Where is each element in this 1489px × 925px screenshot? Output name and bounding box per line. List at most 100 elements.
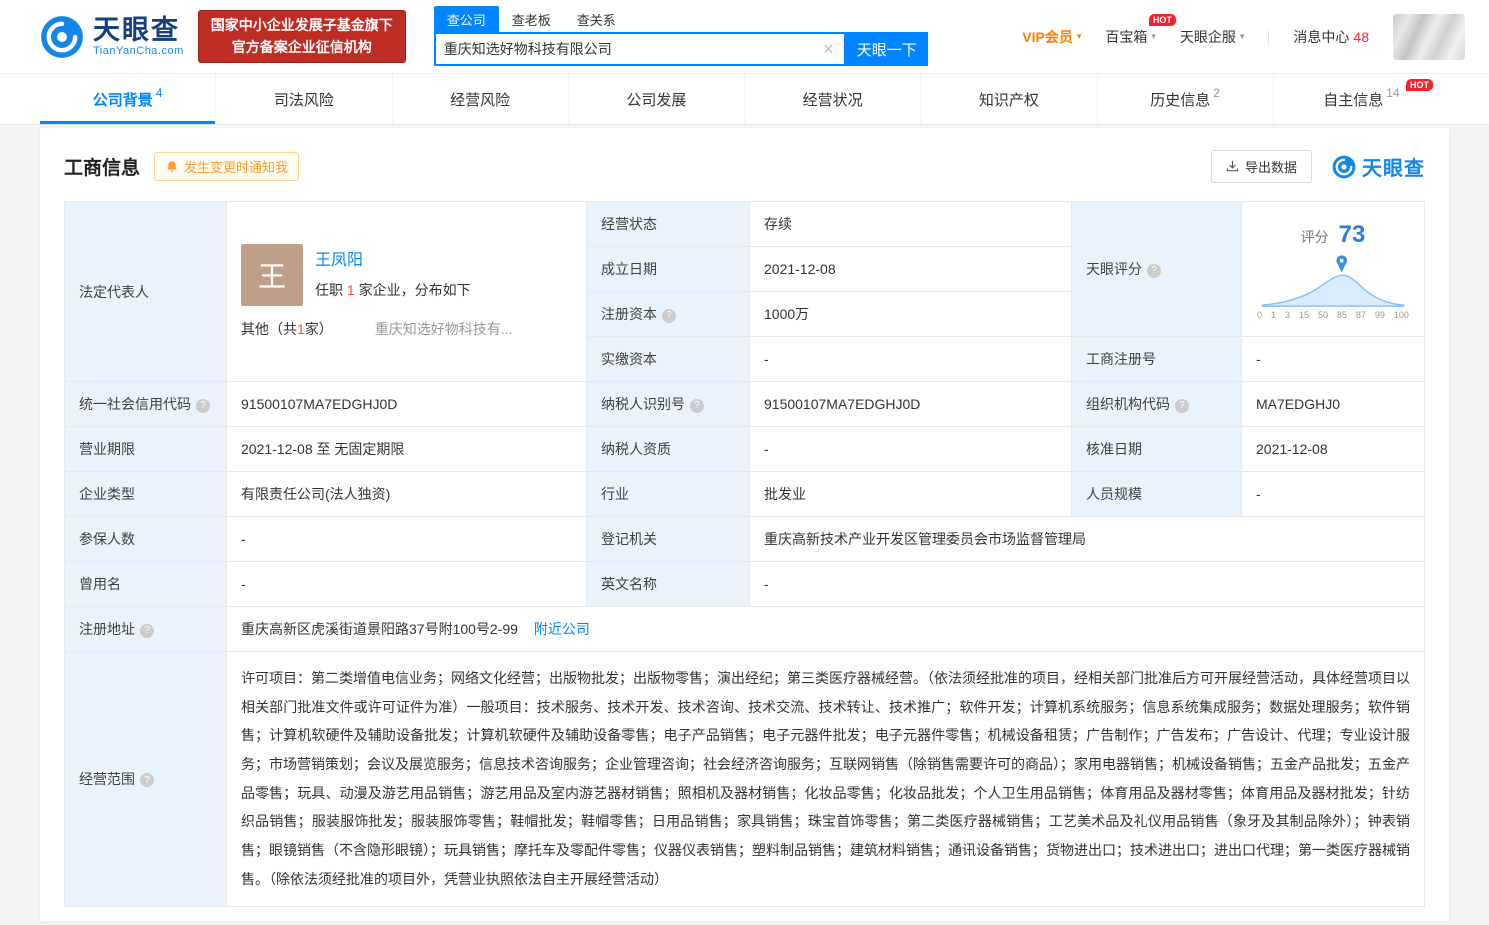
insured-count-label: 参保人数 — [64, 516, 227, 562]
chevron-down-icon: ▾ — [1151, 31, 1156, 41]
message-center[interactable]: 消息中心 48 — [1293, 27, 1369, 47]
nearby-companies-link[interactable]: 附近公司 — [534, 621, 590, 637]
legal-rep-cell: 王 王凤阳 任职 1 家企业，分布如下 其他（共1家） 重庆知选好物科技有... — [226, 201, 587, 382]
reg-authority-label: 登记机关 — [586, 516, 750, 562]
search-tab-boss[interactable]: 查老板 — [499, 6, 564, 32]
english-name-value: - — [749, 561, 1425, 607]
section-title: 工商信息 — [64, 158, 141, 179]
search-button[interactable]: 天眼一下 — [845, 32, 928, 66]
table-row: 注册地址? 重庆高新区虎溪街道景阳路37号附100号2-99 附近公司 — [64, 606, 1425, 652]
business-info-card: 工商信息 发生变更时通知我 导出数据 天眼查 法定代表人 王 王凤阳 任职 1 … — [40, 128, 1449, 921]
tab-operation-risk[interactable]: 经营风险 — [391, 74, 568, 124]
paid-capital-label: 实缴资本 — [586, 336, 750, 382]
insured-count-value: - — [226, 516, 587, 562]
cert-line-2: 官方备案企业征信机构 — [231, 38, 372, 55]
reg-address-label: 注册地址? — [64, 606, 227, 652]
tab-count: 14 — [1386, 86, 1400, 100]
search-input[interactable] — [443, 41, 822, 57]
tab-company-development[interactable]: 公司发展 — [567, 74, 744, 124]
help-icon[interactable]: ? — [140, 773, 154, 788]
org-code-label: 组织机构代码? — [1071, 381, 1242, 427]
card-header: 工商信息 发生变更时通知我 导出数据 天眼查 — [40, 128, 1449, 197]
search-area: 查公司 查老板 查关系 × 天眼一下 — [433, 6, 928, 66]
legal-rep-role: 任职 1 家企业，分布如下 — [315, 282, 471, 298]
chevron-down-icon: ▾ — [1239, 31, 1245, 41]
help-icon[interactable]: ? — [690, 398, 704, 413]
top-nav: VIP会员 ▾ HOT 百宝箱 ▾ 天眼企服 ▾ 消息中心 48 — [1022, 13, 1465, 60]
table-row: 企业类型 有限责任公司(法人独资) 行业 批发业 人员规模 - — [64, 471, 1425, 517]
help-icon[interactable]: ? — [662, 308, 676, 323]
logo-text: 天眼查 TianYanCha.com — [93, 16, 184, 57]
tab-intellectual-property[interactable]: 知识产权 — [920, 74, 1096, 124]
message-count-badge: 48 — [1353, 28, 1369, 45]
hot-badge: HOT — [1406, 79, 1433, 91]
top-bar: 天眼查 TianYanCha.com 国家中小企业发展子基金旗下 官方备案企业征… — [0, 0, 1489, 74]
export-data-button[interactable]: 导出数据 — [1210, 150, 1312, 183]
tab-self-published-info[interactable]: 自主信息 14 HOT — [1272, 74, 1449, 124]
tab-history-info[interactable]: 历史信息 2 — [1096, 74, 1273, 124]
download-icon — [1226, 160, 1239, 172]
tianyancha-logo-icon — [1332, 155, 1356, 178]
search-tabs: 查公司 查老板 查关系 — [433, 6, 928, 32]
reg-number-value: - — [1241, 336, 1425, 382]
taxpayer-quality-label: 纳税人资质 — [586, 426, 750, 472]
search-tab-company[interactable]: 查公司 — [433, 6, 499, 32]
help-icon[interactable]: ? — [140, 623, 154, 638]
search-box: × — [433, 32, 846, 66]
table-row: 统一社会信用代码? 91500107MA7EDGHJ0D 纳税人识别号? 915… — [64, 381, 1425, 427]
industry-label: 行业 — [586, 471, 750, 517]
former-name-value: - — [226, 561, 587, 607]
table-row: 参保人数 - 登记机关 重庆高新技术产业开发区管理委员会市场监督管理局 — [64, 516, 1425, 562]
tab-count: 2 — [1213, 86, 1220, 100]
tab-operating-status[interactable]: 经营状况 — [744, 74, 920, 124]
vip-member-menu[interactable]: VIP会员 ▾ — [1022, 27, 1081, 47]
org-code-value: MA7EDGHJ0 — [1241, 381, 1425, 427]
clear-search-icon[interactable]: × — [821, 40, 836, 58]
legal-rep-name-link[interactable]: 王凤阳 — [315, 246, 363, 270]
company-type-value: 有限责任公司(法人独资) — [226, 471, 587, 517]
taxpayer-no-label: 纳税人识别号? — [586, 381, 750, 427]
tianyancha-logo[interactable]: 天眼查 TianYanCha.com — [40, 15, 184, 59]
cert-line-1: 国家中小企业发展子基金旗下 — [210, 16, 393, 33]
former-name-label: 曾用名 — [64, 561, 227, 607]
status-value: 存续 — [749, 201, 1072, 247]
tab-count: 4 — [155, 86, 163, 100]
score-axis: 0 1 3 15 50 85 87 99 100 — [1257, 309, 1409, 320]
reg-capital-label: 注册资本? — [586, 291, 750, 337]
tab-judicial-risk[interactable]: 司法风险 — [215, 74, 391, 124]
toolbox-menu[interactable]: HOT 百宝箱 ▾ — [1105, 13, 1176, 47]
approved-date-label: 核准日期 — [1071, 426, 1242, 472]
watermark-text: 天眼查 — [1362, 158, 1425, 180]
other-companies-toggle[interactable]: 其他（共1家） — [241, 319, 333, 339]
reg-address-value: 重庆高新区虎溪街道景阳路37号附100号2-99 — [241, 621, 518, 637]
table-row: 曾用名 - 英文名称 - — [64, 561, 1425, 607]
logo-domain: TianYanCha.com — [93, 44, 184, 57]
table-row: 营业期限 2021-12-08 至 无固定期限 纳税人资质 - 核准日期 202… — [64, 426, 1425, 472]
tianyan-score-chart[interactable]: 评分 73 0 1 3 15 50 85 87 99 100 — [1241, 201, 1425, 337]
legal-rep-avatar[interactable]: 王 — [241, 244, 303, 306]
staff-size-value: - — [1241, 471, 1425, 517]
certification-badge: 国家中小企业发展子基金旗下 官方备案企业征信机构 — [197, 9, 406, 64]
company-count: 1 — [346, 282, 355, 298]
established-date-label: 成立日期 — [586, 246, 750, 292]
related-company-link[interactable]: 重庆知选好物科技有... — [375, 319, 513, 339]
business-info-table: 法定代表人 王 王凤阳 任职 1 家企业，分布如下 其他（共1家） 重庆知选好物… — [64, 201, 1425, 907]
reg-capital-value: 1000万 — [749, 291, 1072, 337]
taxpayer-no-value: 91500107MA7EDGHJ0D — [749, 381, 1072, 427]
business-scope-value: 许可项目：第二类增值电信业务；网络文化经营；出版物批发；出版物零售；演出经纪；第… — [226, 651, 1425, 907]
help-icon[interactable]: ? — [1147, 263, 1161, 278]
enterprise-services-menu[interactable]: 天眼企服 ▾ — [1180, 27, 1245, 47]
tab-company-background[interactable]: 公司背景 4 — [40, 74, 216, 124]
search-tab-relation[interactable]: 查关系 — [564, 6, 629, 32]
reg-number-label: 工商注册号 — [1071, 336, 1242, 382]
established-date-value: 2021-12-08 — [749, 246, 1072, 292]
company-type-label: 企业类型 — [64, 471, 227, 517]
business-term-value: 2021-12-08 至 无固定期限 — [226, 426, 587, 472]
industry-value: 批发业 — [749, 471, 1072, 517]
tianyancha-watermark-logo: 天眼查 — [1332, 152, 1425, 181]
notify-change-button[interactable]: 发生变更时通知我 — [154, 152, 300, 181]
help-icon[interactable]: ? — [1175, 398, 1189, 413]
user-avatar[interactable] — [1393, 13, 1465, 60]
english-name-label: 英文名称 — [586, 561, 750, 607]
help-icon[interactable]: ? — [196, 398, 210, 413]
